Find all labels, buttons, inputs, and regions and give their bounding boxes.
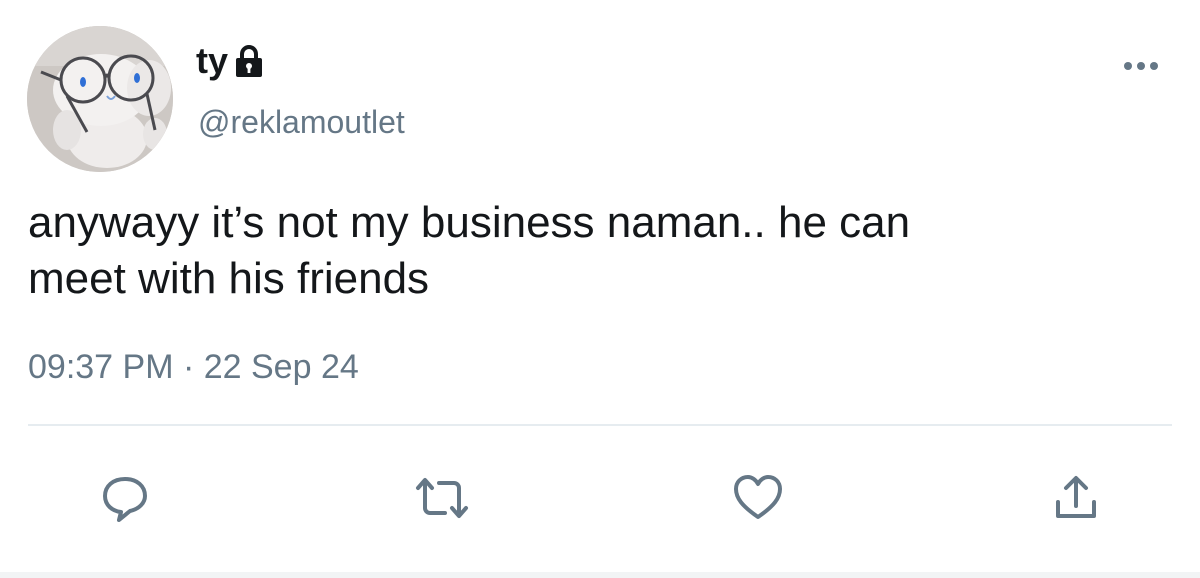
tweet-timestamp[interactable]: 09:37 PM · 22 Sep 24 xyxy=(28,348,359,387)
divider xyxy=(28,424,1172,426)
display-name[interactable]: ty xyxy=(196,40,228,82)
retweet-button[interactable] xyxy=(412,468,472,528)
more-options-icon[interactable] xyxy=(1122,56,1160,76)
user-handle[interactable]: @reklamoutlet xyxy=(198,104,405,141)
comment-icon xyxy=(103,477,147,522)
like-button[interactable] xyxy=(728,468,788,528)
avatar-image xyxy=(27,26,173,172)
heart-icon xyxy=(734,475,782,519)
tweet-text: anywayy it’s not my business naman.. he … xyxy=(28,198,911,303)
lock-icon xyxy=(234,44,264,78)
name-row: ty xyxy=(196,38,264,84)
reply-button[interactable] xyxy=(95,468,155,528)
bottom-border xyxy=(0,572,1200,578)
action-bar xyxy=(0,460,1200,540)
share-icon xyxy=(1056,476,1096,518)
avatar[interactable] xyxy=(27,26,173,172)
retweet-icon xyxy=(416,478,468,518)
share-button[interactable] xyxy=(1046,468,1106,528)
tweet-card: ty @reklamoutlet anywayy it’s not my bus… xyxy=(0,0,1200,578)
